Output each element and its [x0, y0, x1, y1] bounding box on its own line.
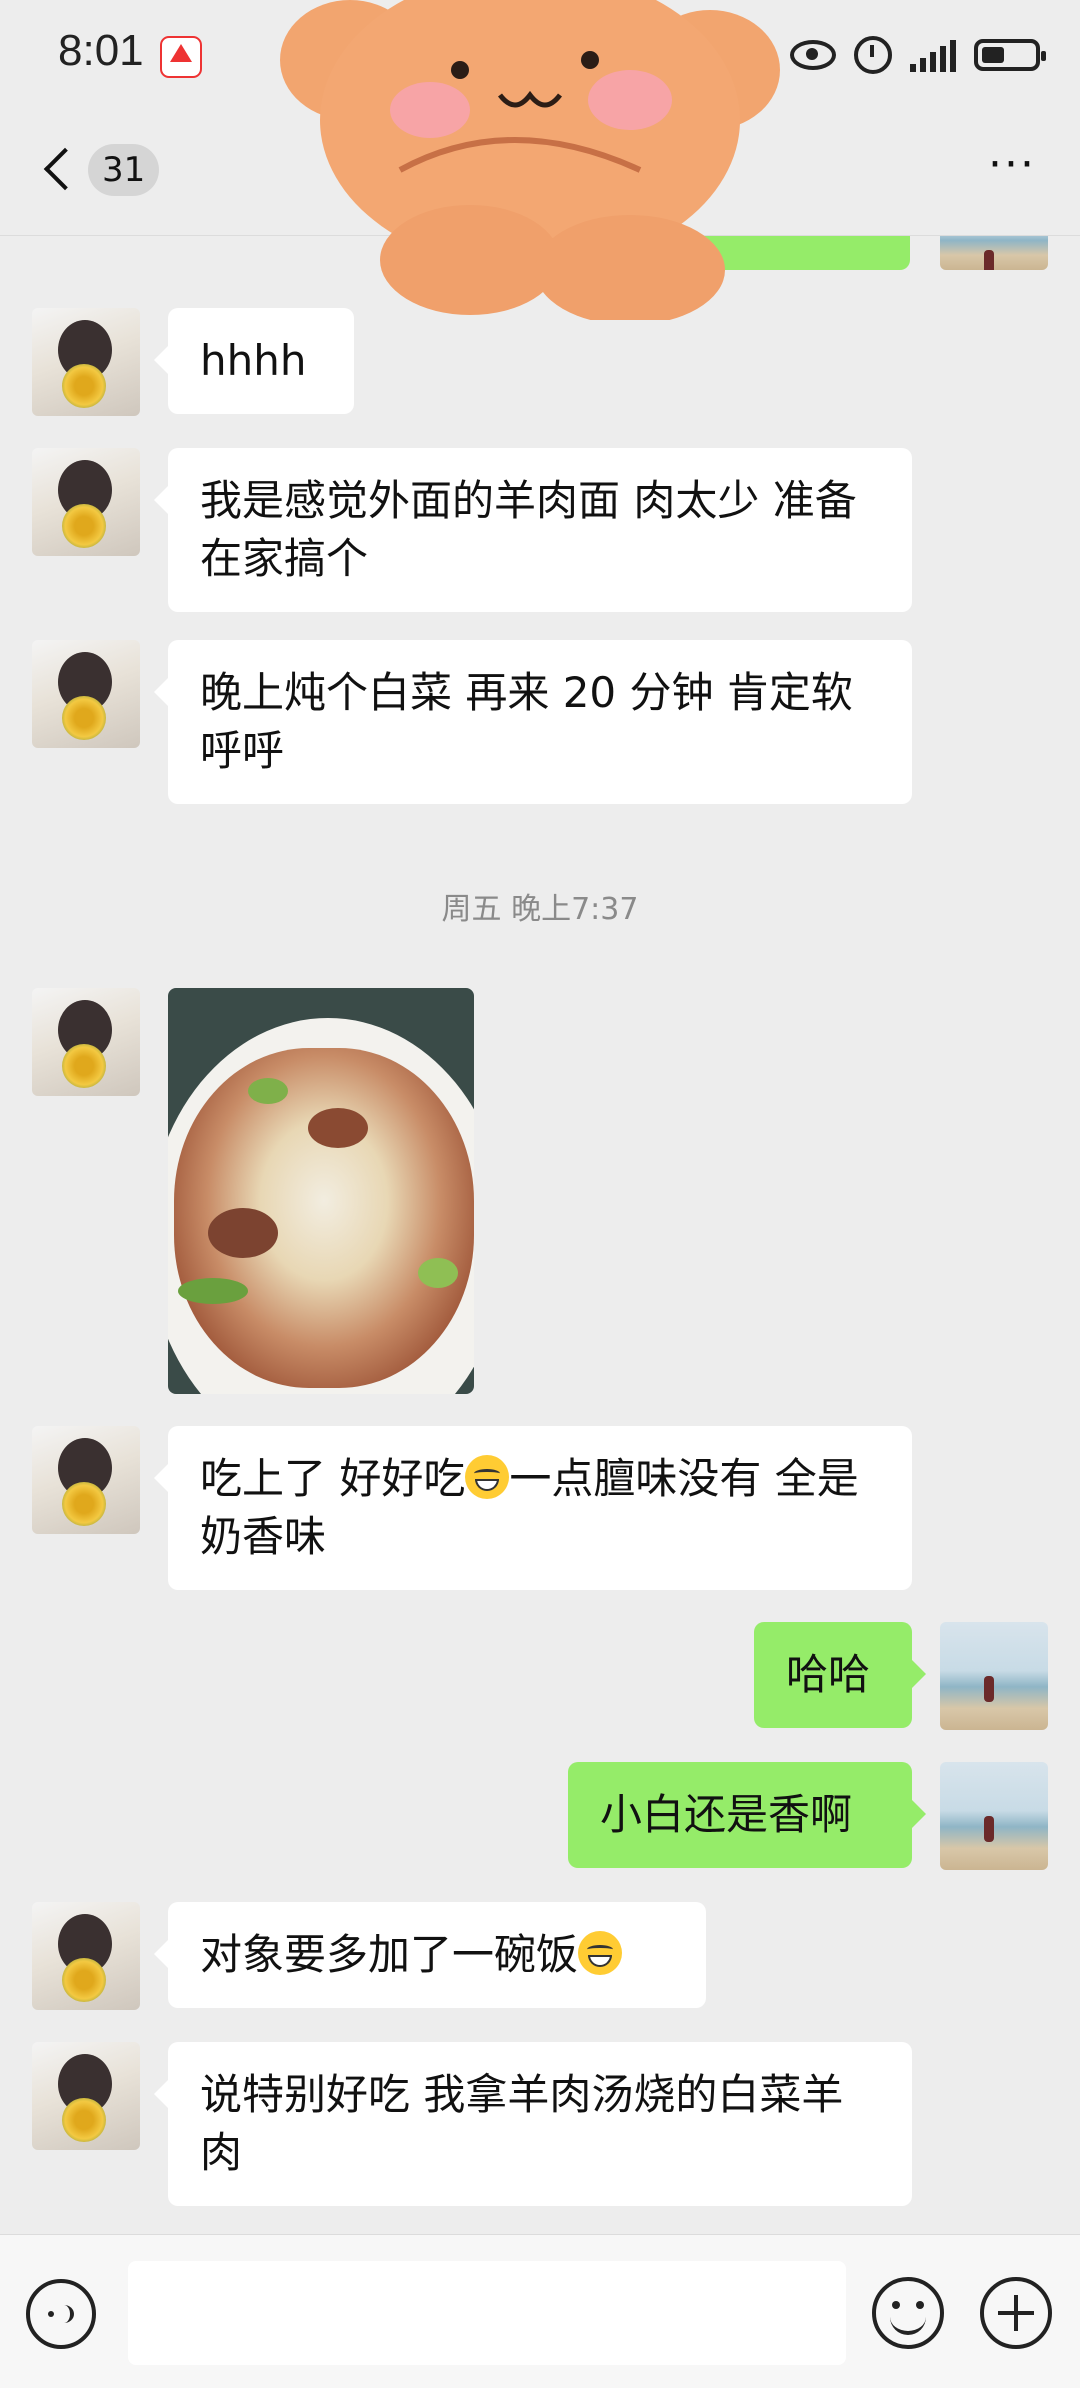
- message-bubble[interactable]: hhhh: [154, 308, 354, 414]
- vegetable-piece: [178, 1278, 248, 1304]
- message-text: 吃上了 好好吃: [200, 1454, 466, 1503]
- friend-avatar[interactable]: [32, 448, 140, 556]
- message-text: 说特别好吃 我拿羊肉汤烧的白菜羊肉: [200, 2070, 844, 2177]
- meat-piece: [208, 1208, 278, 1258]
- vegetable-piece: [248, 1078, 288, 1104]
- vegetable-piece: [418, 1258, 458, 1288]
- message-bubble[interactable]: 晚上炖个白菜 再来 20 分钟 肯定软呼呼: [154, 640, 912, 804]
- status-bar: 8:01: [0, 0, 1080, 110]
- status-icons: [790, 30, 1046, 80]
- friend-avatar[interactable]: [32, 640, 140, 748]
- laughing-tears-emoji-icon: [465, 1455, 510, 1499]
- lamb-cabbage-stew-photo[interactable]: [168, 988, 474, 1394]
- back-button[interactable]: [40, 140, 80, 200]
- my-avatar[interactable]: [940, 1762, 1048, 1870]
- message-text: hhhh: [200, 336, 307, 385]
- smiley-icon[interactable]: [872, 2277, 944, 2349]
- friend-avatar[interactable]: [32, 2042, 140, 2150]
- message-text: 小白还是香啊: [600, 1790, 853, 1839]
- friend-avatar[interactable]: [32, 1902, 140, 2010]
- message-text: 对象要多加了一碗饭: [200, 1930, 579, 1979]
- voice-icon[interactable]: [26, 2279, 96, 2349]
- more-options-button[interactable]: ···: [982, 143, 1042, 190]
- friend-avatar[interactable]: [32, 1426, 140, 1534]
- message-bubble[interactable]: 吃上了 好好吃 一点膻味没有 全是奶香味: [154, 1426, 912, 1590]
- message-list[interactable]: hhhh 我是感觉外面的羊肉面 肉太少 准备在家搞个 晚上炖个白菜 再来 20 …: [0, 236, 1080, 2234]
- unread-count-badge[interactable]: 31: [88, 144, 160, 196]
- message-text: 我是感觉外面的羊肉面 肉太少 准备在家搞个: [200, 476, 857, 583]
- meat-piece: [308, 1108, 368, 1148]
- my-avatar[interactable]: [940, 1622, 1048, 1730]
- message-bubble[interactable]: 对象要多加了一碗饭: [154, 1902, 706, 2008]
- message-bubble[interactable]: 哈哈: [754, 1622, 926, 1728]
- status-time: 8:01: [58, 26, 144, 75]
- friend-avatar[interactable]: [32, 988, 140, 1096]
- signal-icon: [910, 38, 956, 72]
- chat-header: 31 ···: [0, 110, 1080, 236]
- message-text: 晚上炖个白菜 再来 20 分钟 肯定软呼呼: [200, 668, 853, 775]
- laughing-tears-emoji-icon: [578, 1931, 623, 1975]
- alarm-icon: [854, 36, 892, 74]
- app-notification-icon: [160, 36, 202, 78]
- plus-icon[interactable]: [980, 2277, 1052, 2349]
- my-avatar[interactable]: [940, 236, 1048, 270]
- friend-avatar[interactable]: [32, 308, 140, 416]
- message-text: 哈哈: [786, 1650, 871, 1699]
- message-bubble[interactable]: 说特别好吃 我拿羊肉汤烧的白菜羊肉: [154, 2042, 912, 2206]
- partial-sent-message[interactable]: [524, 236, 910, 270]
- message-input[interactable]: [128, 2261, 846, 2365]
- message-timestamp: 周五 晚上7:37: [441, 892, 639, 927]
- eye-icon: [790, 40, 836, 70]
- message-bubble[interactable]: 小白还是香啊: [568, 1762, 926, 1868]
- battery-icon: [974, 39, 1046, 71]
- message-bubble[interactable]: 我是感觉外面的羊肉面 肉太少 准备在家搞个: [154, 448, 912, 612]
- input-bar: [0, 2234, 1080, 2388]
